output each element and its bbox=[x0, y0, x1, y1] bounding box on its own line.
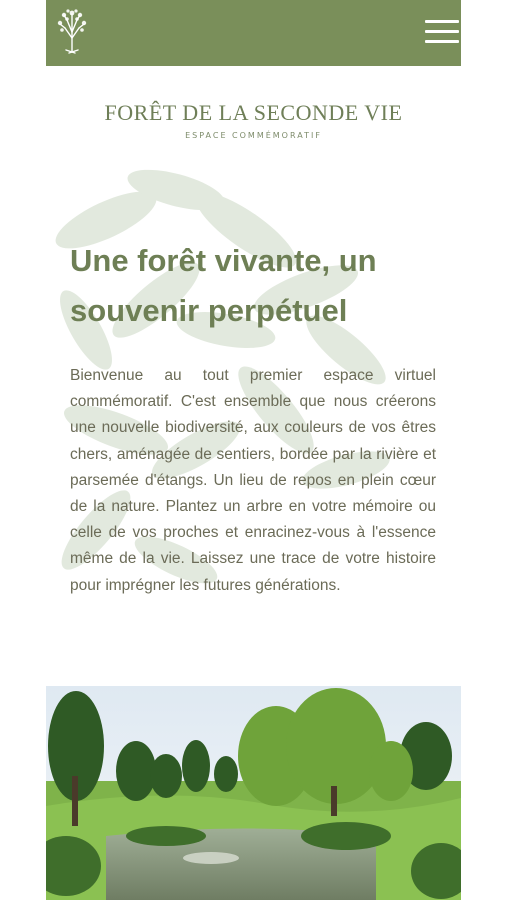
hamburger-menu-icon[interactable] bbox=[425, 18, 459, 46]
tree-logo-icon[interactable] bbox=[56, 8, 88, 54]
menu-bar bbox=[425, 40, 459, 43]
menu-bar bbox=[425, 20, 459, 23]
menu-bar bbox=[425, 30, 459, 33]
brand-subtitle: ESPACE COMMÉMORATIF bbox=[185, 131, 322, 140]
brand-block[interactable]: FORÊT DE LA SECONDE VIE ESPACE COMMÉMORA… bbox=[46, 100, 461, 140]
hero-body-text: Bienvenue au tout premier espace virtuel… bbox=[70, 367, 436, 594]
brand-title: FORÊT DE LA SECONDE VIE bbox=[104, 100, 403, 125]
page: FORÊT DE LA SECONDE VIE ESPACE COMMÉMORA… bbox=[46, 0, 461, 900]
hero-headline: Une forêt vivante, un souvenir perpétuel bbox=[70, 243, 377, 328]
top-bar bbox=[46, 0, 461, 66]
forest-pond-photo bbox=[46, 686, 461, 900]
